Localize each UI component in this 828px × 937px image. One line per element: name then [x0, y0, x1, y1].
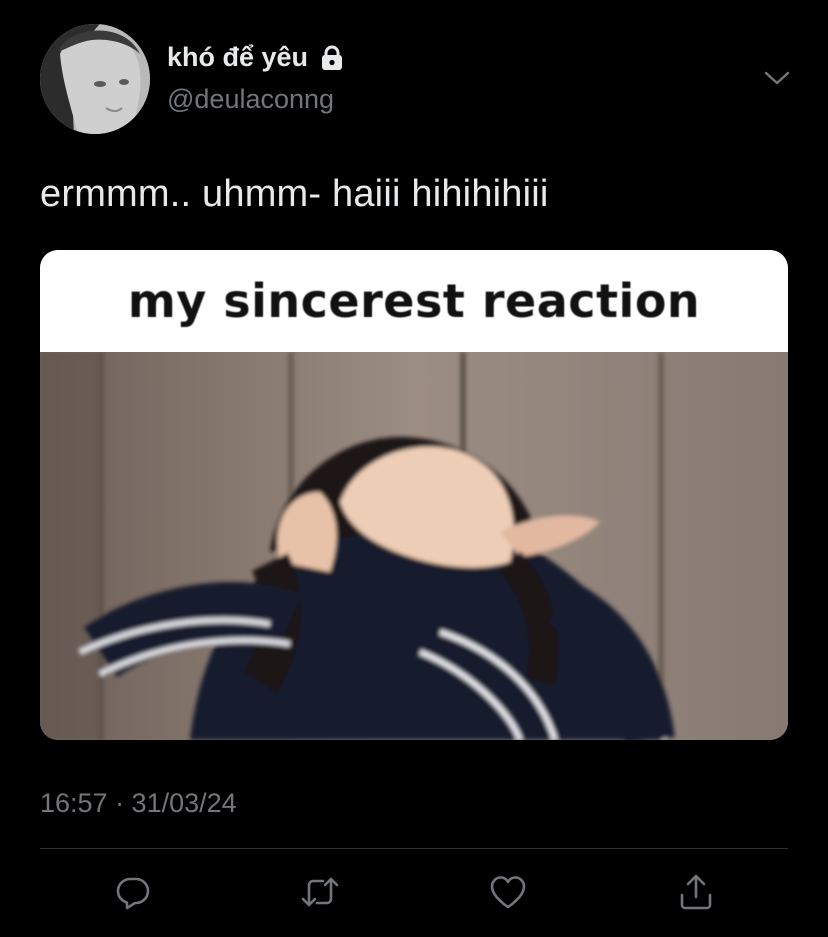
share-button[interactable] — [676, 872, 716, 912]
meme-caption-bar: my sincerest reaction — [40, 250, 788, 352]
tweet-card: khó để yêu @deulaconng ermmm.. uhmm- hai… — [0, 0, 828, 937]
reply-button[interactable] — [113, 872, 153, 912]
display-name[interactable]: khó để yêu — [167, 42, 346, 73]
heart-icon — [490, 876, 526, 909]
tweet-text: ermmm.. uhmm- haiii hihihihiii — [40, 173, 549, 215]
meme-photo — [40, 352, 788, 740]
meme-caption: my sincerest reaction — [127, 274, 701, 328]
divider — [40, 848, 788, 849]
avatar-photo — [40, 24, 150, 134]
retweet-icon — [301, 877, 339, 907]
user-handle[interactable]: @deulaconng — [167, 84, 334, 115]
avatar[interactable] — [40, 24, 150, 134]
reply-icon — [116, 877, 150, 910]
retweet-button[interactable] — [300, 872, 340, 912]
lock-icon — [318, 44, 346, 72]
like-button[interactable] — [488, 872, 528, 912]
share-icon — [680, 874, 712, 910]
display-name-text: khó để yêu — [167, 42, 309, 72]
tweet-timestamp[interactable]: 16:57 · 31/03/24 — [40, 788, 237, 819]
tweet-media[interactable]: my sincerest reaction — [40, 250, 788, 740]
chevron-down-icon[interactable] — [760, 64, 794, 92]
